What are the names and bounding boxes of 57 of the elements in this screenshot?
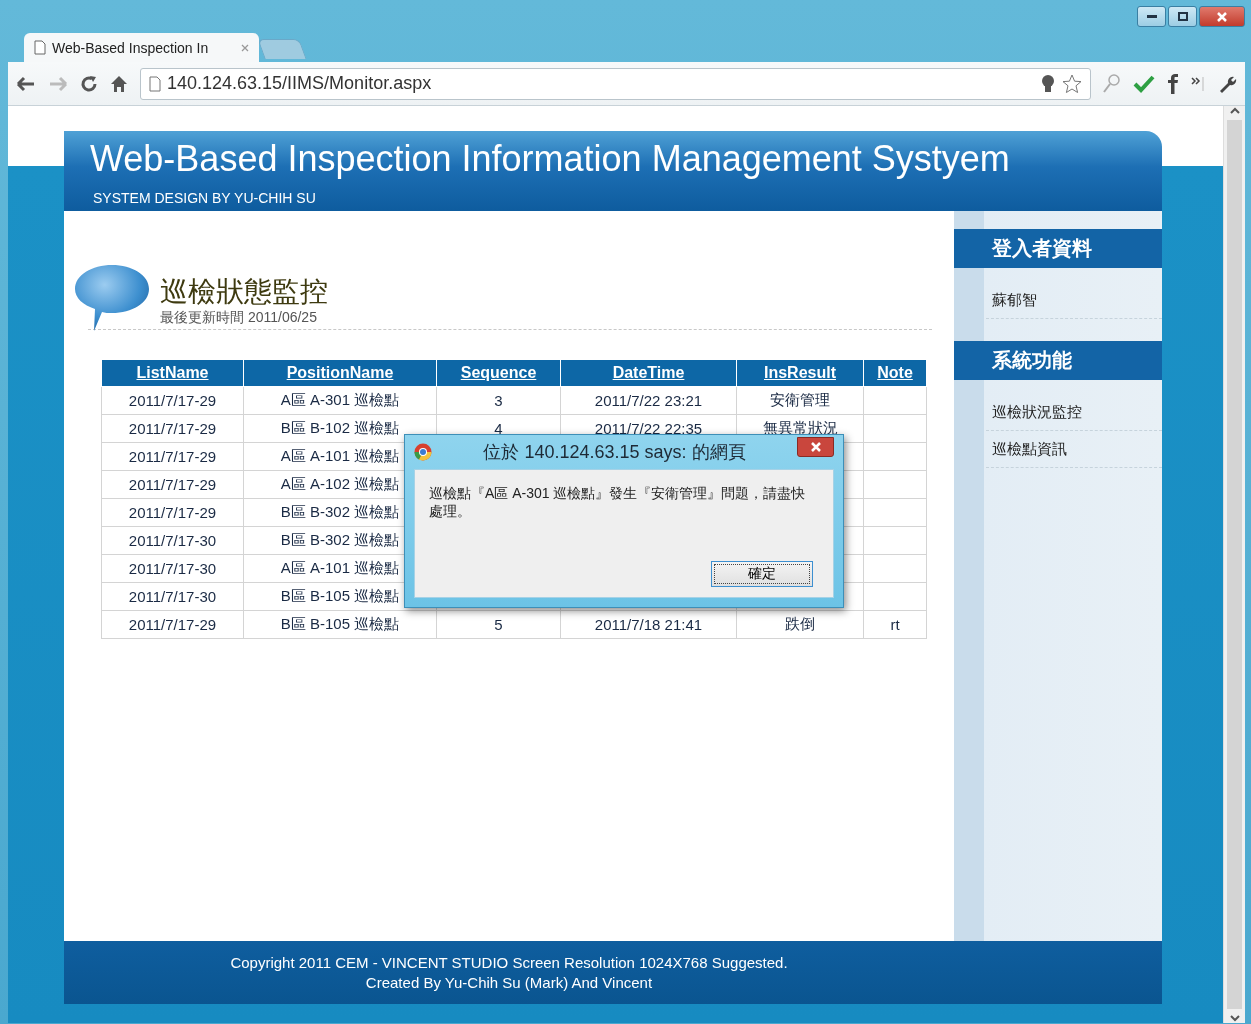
ok-button[interactable]: 確定: [711, 561, 813, 587]
close-icon: [810, 442, 821, 452]
scroll-down-icon[interactable]: [1229, 1013, 1240, 1023]
close-tab-icon[interactable]: [241, 43, 249, 52]
table-cell: 2011/7/18 21:41: [560, 610, 737, 639]
table-cell: 安衛管理: [736, 386, 864, 415]
home-icon[interactable]: [110, 74, 128, 93]
speech-bubble-icon: [74, 263, 150, 333]
close-icon: [1217, 11, 1227, 22]
table-cell: 2011/7/17-30: [101, 526, 244, 555]
browser-tab[interactable]: Web-Based Inspection In: [24, 33, 259, 62]
sidebar-link[interactable]: 巡檢點資訊: [986, 431, 1162, 468]
table-cell: 2011/7/22 23:21: [560, 386, 737, 415]
footer-text: Copyright 2011 CEM - VINCENT STUDIO Screen Resolution 1024X768 Suggested.: [230, 952, 788, 973]
sidebar-link[interactable]: 巡檢狀況監控: [986, 394, 1162, 431]
close-button[interactable]: [797, 437, 834, 457]
page-icon: [34, 40, 46, 55]
star-icon[interactable]: [1062, 73, 1082, 94]
browser-logo-icon: [414, 443, 432, 461]
table-cell: 2011/7/17-30: [101, 582, 244, 611]
table-cell: 2011/7/17-29: [101, 442, 244, 471]
lightbulb-icon[interactable]: [1040, 73, 1056, 94]
scroll-up-icon[interactable]: [1229, 106, 1240, 116]
update-time: 最後更新時間 2011/06/25: [160, 309, 318, 327]
scrollbar[interactable]: [1223, 106, 1245, 1023]
sidebar-heading: 登入者資料: [954, 229, 1162, 268]
sidebar-link[interactable]: 蘇郁智: [986, 282, 1162, 319]
table-cell: A區 A-301 巡檢點: [243, 386, 437, 415]
dialog-title: 位於 140.124.63.15 says: 的網頁: [483, 441, 746, 464]
close-button[interactable]: [1199, 6, 1245, 27]
minimize-button[interactable]: [1137, 6, 1166, 27]
table-cell: 2011/7/17-29: [101, 386, 244, 415]
table-cell: 2011/7/17-29: [101, 610, 244, 639]
minimize-icon: [1146, 14, 1157, 19]
chevrons-icon[interactable]: [1191, 75, 1205, 92]
address-bar[interactable]: 140.124.63.15/IIMS/Monitor.aspx: [140, 67, 1091, 100]
table-cell: 5: [436, 610, 561, 639]
back-icon[interactable]: [16, 75, 36, 92]
table-cell: 2011/7/17-29: [101, 498, 244, 527]
page-icon: [149, 75, 161, 92]
table-cell: 2011/7/17-30: [101, 554, 244, 583]
table-cell: 2011/7/17-29: [101, 414, 244, 443]
table-cell: 跌倒: [736, 610, 864, 639]
table-cell: B區 B-105 巡檢點: [243, 610, 437, 639]
checkmark-icon[interactable]: [1133, 74, 1155, 93]
maximize-icon: [1177, 12, 1188, 21]
letter-f-icon[interactable]: [1167, 73, 1179, 94]
table-cell: 2011/7/17-29: [101, 470, 244, 499]
page-heading: 巡檢狀態監控: [160, 275, 328, 309]
site-subtitle: SYSTEM DESIGN BY YU-CHIH SU: [93, 190, 317, 206]
table-cell: rt: [863, 610, 927, 639]
site-title: Web-Based Inspection Information Management Systyem: [90, 138, 1011, 180]
table-cell: 3: [436, 386, 561, 415]
maximize-button[interactable]: [1168, 6, 1197, 27]
reload-icon[interactable]: [80, 74, 98, 93]
footer-text: Created By Yu-Chih Su (Mark) And Vincent: [365, 972, 653, 993]
sidebar-heading: 系統功能: [954, 341, 1162, 380]
